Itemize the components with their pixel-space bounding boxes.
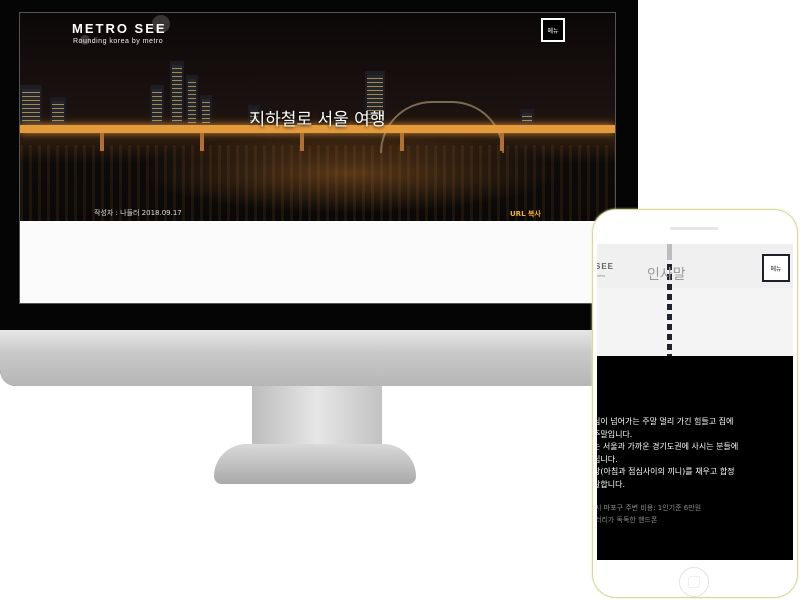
home-button[interactable] xyxy=(679,567,709,597)
meta-line: 터리가 독독한 핸드폰 xyxy=(597,516,658,524)
paragraph-line: 장(아침과 점심사이의 끼니)를 채우고 합정 xyxy=(597,467,735,476)
dashed-divider-top xyxy=(667,244,672,260)
home-square-icon xyxy=(688,576,700,588)
brand-title[interactable]: METRO SEE xyxy=(72,21,167,36)
mobile-brand-title[interactable]: SEE xyxy=(597,262,614,271)
brand-subtitle: Rounding korea by metro xyxy=(73,38,164,45)
menu-button[interactable]: 메뉴 xyxy=(541,18,565,42)
desktop-screen: METRO SEE Rounding korea by metro 메뉴 지하철… xyxy=(19,12,616,304)
speaker-grille xyxy=(670,227,718,230)
url-copy-link[interactable]: URL 복사 xyxy=(510,209,541,219)
paragraph-line: 주말입니다. xyxy=(597,429,633,439)
paragraph-line: 는 서울과 가까운 경기도권에 사시는 분들에 xyxy=(597,442,739,451)
imac-stand-neck xyxy=(252,386,382,446)
paragraph-line: 립니다. xyxy=(597,454,618,464)
imac-stand-base xyxy=(214,444,416,484)
hero-title: 지하철로 서울 여행 xyxy=(249,110,386,130)
intro-section: 심이 넘어가는 주말 멀리 가긴 힘들고 집에 주말입니다. 는 서울과 가까운… xyxy=(597,356,793,560)
intro-paragraph: 심이 넘어가는 주말 멀리 가긴 힘들고 집에 주말입니다. 는 서울과 가까운… xyxy=(597,416,793,491)
phone-frame: SEE metro 인사말 메뉴 심이 넘어가는 주말 멀리 가긴 힘들고 집에… xyxy=(592,209,798,598)
trip-meta: 시 마포구 주변 비용: 1인기준 6만원 터리가 독독한 핸드폰 xyxy=(597,502,793,526)
mobile-brand-subtitle: metro xyxy=(597,273,606,278)
author-date: 작성자 : 나들러 2018.09.17 xyxy=(94,209,182,217)
paragraph-line: 심이 넘어가는 주말 멀리 가긴 힘들고 집에 xyxy=(597,417,734,426)
mobile-menu-button[interactable]: 메뉴 xyxy=(762,254,790,282)
meta-line: 시 마포구 주변 비용: 1인기준 6만원 xyxy=(597,504,702,512)
dashed-divider xyxy=(667,244,672,356)
mobile-screen: SEE metro 인사말 메뉴 심이 넘어가는 주말 멀리 가긴 힘들고 집에… xyxy=(597,244,793,560)
imac-chin xyxy=(0,330,638,386)
paragraph-line: 발합니다. xyxy=(597,479,625,489)
greeting-heading: 인사말 xyxy=(647,267,686,283)
